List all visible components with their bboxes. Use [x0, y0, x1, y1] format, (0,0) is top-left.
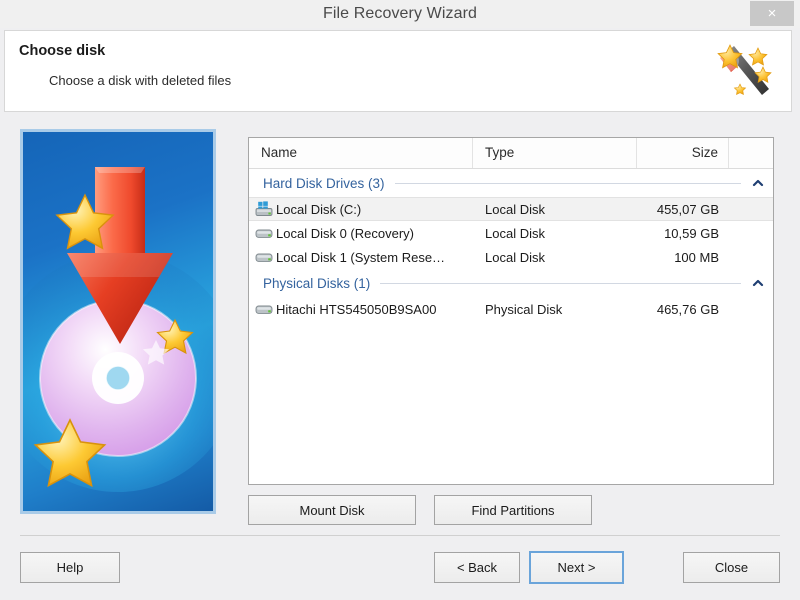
- magic-wand-icon: [707, 39, 779, 101]
- table-row[interactable]: Local Disk 0 (Recovery) Local Disk 10,59…: [249, 221, 773, 245]
- row-type-cell: Local Disk: [485, 201, 545, 217]
- group-label: Hard Disk Drives (3): [263, 175, 385, 191]
- find-partitions-button[interactable]: Find Partitions: [434, 495, 592, 525]
- recovery-disc-arrow-illustration: [20, 129, 216, 514]
- row-name-cell: Local Disk 0 (Recovery): [249, 225, 473, 241]
- chevron-up-icon[interactable]: [751, 276, 765, 290]
- column-header-spacer: [729, 138, 773, 168]
- disk-list-rows: Hard Disk Drives (3) Local Disk (C:) Loc…: [249, 169, 773, 321]
- table-row[interactable]: Hitachi HTS545050B9SA00 Physical Disk 46…: [249, 297, 773, 321]
- disk-list-panel[interactable]: Name Type Size Hard Disk Drives (3) Loca…: [248, 137, 774, 485]
- table-row[interactable]: Local Disk 1 (System Rese… Local Disk 10…: [249, 245, 773, 269]
- column-header-type[interactable]: Type: [473, 138, 637, 168]
- windows-drive-icon: [255, 201, 274, 217]
- row-name-text: Hitachi HTS545050B9SA00: [276, 301, 437, 317]
- mount-disk-button[interactable]: Mount Disk: [248, 495, 416, 525]
- group-label: Physical Disks (1): [263, 275, 371, 291]
- row-size-cell: 100 MB: [674, 249, 719, 265]
- close-button[interactable]: ×: [750, 1, 794, 26]
- row-name-cell: Hitachi HTS545050B9SA00: [249, 301, 473, 317]
- row-name-cell: Local Disk (C:): [249, 201, 473, 217]
- column-header-name[interactable]: Name: [249, 138, 473, 168]
- group-divider: [394, 182, 741, 184]
- close-dialog-button[interactable]: Close: [683, 552, 780, 583]
- close-icon: ×: [767, 5, 777, 22]
- row-name-text: Local Disk (C:): [276, 201, 362, 217]
- wizard-content: Name Type Size Hard Disk Drives (3) Loca…: [0, 113, 800, 528]
- row-type-cell: Physical Disk: [485, 301, 563, 317]
- next-button[interactable]: Next >: [529, 551, 624, 584]
- drive-icon: [255, 225, 274, 241]
- drive-icon: [255, 249, 274, 265]
- group-header-hard-disk-drives[interactable]: Hard Disk Drives (3): [249, 169, 773, 197]
- chevron-up-icon[interactable]: [751, 176, 765, 190]
- file-recovery-wizard-window: File Recovery Wizard × Choose disk Choos…: [0, 0, 800, 600]
- help-button[interactable]: Help: [20, 552, 120, 583]
- back-button[interactable]: < Back: [434, 552, 520, 583]
- row-name-cell: Local Disk 1 (System Rese…: [249, 249, 473, 265]
- page-title: Choose disk: [19, 43, 106, 59]
- row-name-text: Local Disk 1 (System Rese…: [276, 249, 446, 265]
- group-header-physical-disks[interactable]: Physical Disks (1): [249, 269, 773, 297]
- footer-separator: [20, 535, 780, 536]
- row-name-text: Local Disk 0 (Recovery): [276, 225, 414, 241]
- column-header-size[interactable]: Size: [637, 138, 729, 168]
- table-row[interactable]: Local Disk (C:) Local Disk 455,07 GB: [249, 197, 773, 221]
- title-bar: File Recovery Wizard ×: [0, 0, 800, 28]
- list-column-headers: Name Type Size: [249, 138, 773, 169]
- row-size-cell: 455,07 GB: [656, 201, 719, 217]
- wizard-header-panel: Choose disk Choose a disk with deleted f…: [4, 30, 792, 112]
- row-size-cell: 10,59 GB: [664, 225, 719, 241]
- row-size-cell: 465,76 GB: [656, 301, 719, 317]
- row-type-cell: Local Disk: [485, 225, 545, 241]
- row-type-cell: Local Disk: [485, 249, 545, 265]
- group-divider: [380, 282, 741, 284]
- page-subtitle: Choose a disk with deleted files: [49, 73, 232, 88]
- drive-icon: [255, 301, 274, 317]
- window-title: File Recovery Wizard: [322, 5, 478, 22]
